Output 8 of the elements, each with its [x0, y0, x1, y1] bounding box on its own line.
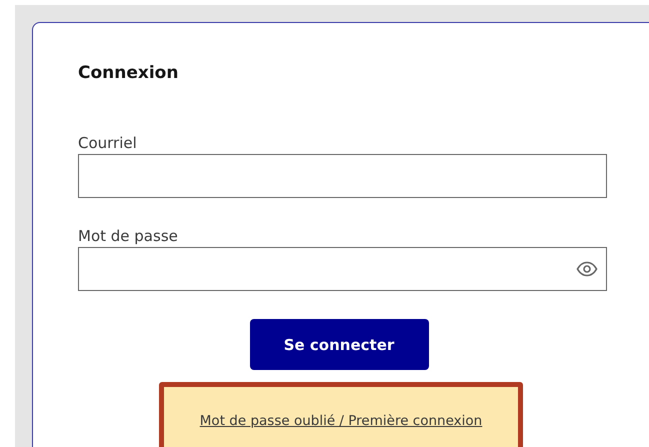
login-button[interactable]: Se connecter [250, 319, 428, 370]
field-label: Mot de passe [78, 227, 178, 245]
login-title: Connexion [78, 63, 180, 83]
eye-icon[interactable] [576, 261, 598, 277]
field-label: Courriel [78, 134, 137, 152]
password-field[interactable] [78, 247, 607, 291]
forgot-password-link[interactable]: Mot de passe oublié / Première connexion [200, 413, 482, 429]
email-field[interactable] [78, 154, 607, 198]
